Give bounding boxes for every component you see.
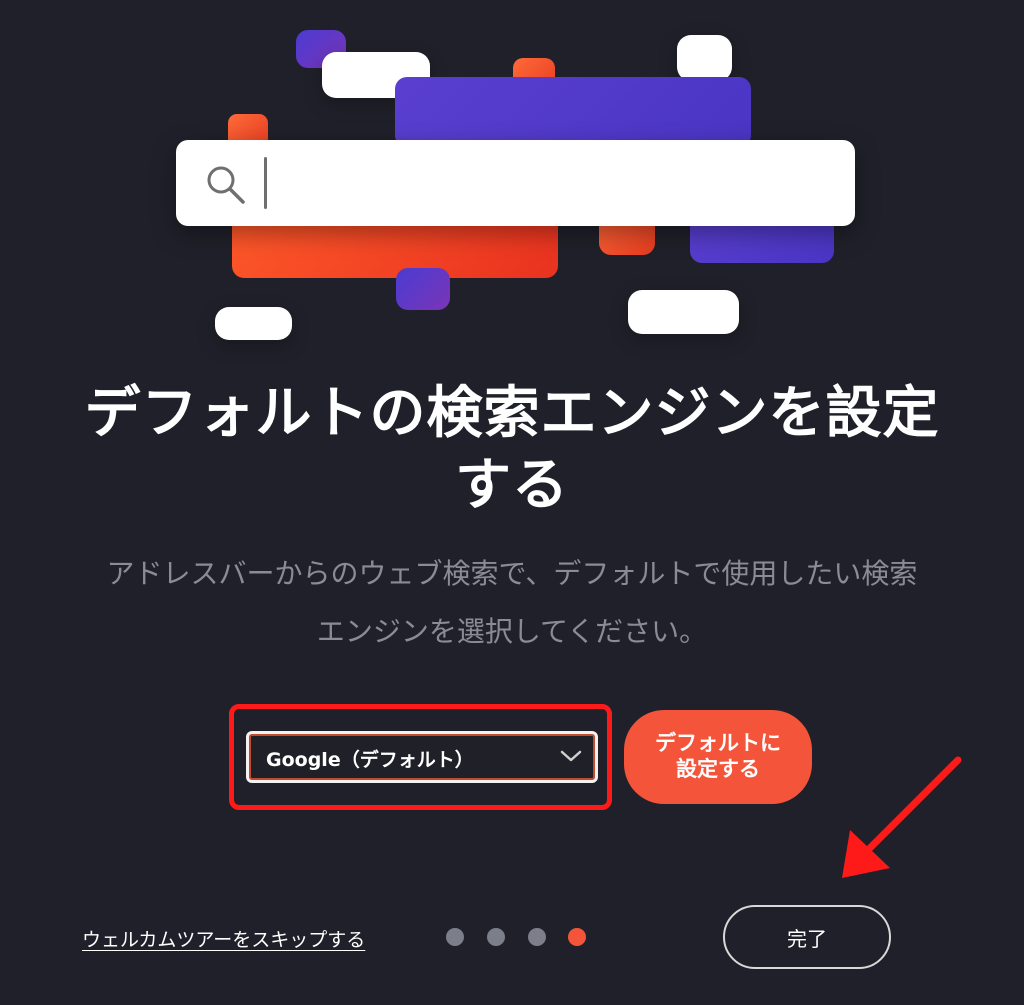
decor-pill-white — [628, 290, 739, 334]
page-title: デフォルトの検索エンジンを設定 する — [60, 378, 964, 522]
search-icon — [207, 166, 245, 204]
pagination-dot[interactable] — [487, 928, 505, 946]
done-button[interactable]: 完了 — [723, 905, 891, 969]
set-default-button[interactable]: デフォルトに 設定する — [624, 710, 812, 804]
skip-tour-link[interactable]: ウェルカムツアーをスキップする — [82, 925, 365, 952]
page-description: アドレスバーからのウェブ検索で、デフォルトで使用したい検索 エンジンを選択してく… — [80, 545, 944, 661]
set-default-label-line-1: デフォルトに — [655, 732, 781, 755]
description-line-1: アドレスバーからのウェブ検索で、デフォルトで使用したい検索 — [106, 557, 918, 590]
search-illustration — [0, 0, 1024, 350]
pagination-dot[interactable] — [528, 928, 546, 946]
search-engine-select[interactable]: Google（デフォルト） — [246, 731, 598, 783]
search-engine-selected-value: Google（デフォルト） — [266, 749, 474, 771]
decor-square-purple — [396, 268, 450, 310]
pagination-dot[interactable] — [446, 928, 464, 946]
title-line-2: する — [455, 453, 569, 518]
description-line-2: エンジンを選択してください。 — [316, 615, 708, 648]
decor-block-purple — [395, 77, 751, 147]
title-line-1: デフォルトの検索エンジンを設定 — [84, 381, 940, 446]
annotation-arrow-icon — [842, 756, 962, 878]
illustration-search-bar — [176, 140, 855, 226]
chevron-down-icon — [560, 750, 582, 762]
pagination-dots — [446, 928, 596, 948]
set-default-label-line-2: 設定する — [676, 758, 760, 781]
text-caret — [264, 157, 267, 209]
pagination-dot-active[interactable] — [568, 928, 586, 946]
decor-pill-white — [215, 307, 292, 340]
decor-pill-white — [677, 35, 732, 81]
